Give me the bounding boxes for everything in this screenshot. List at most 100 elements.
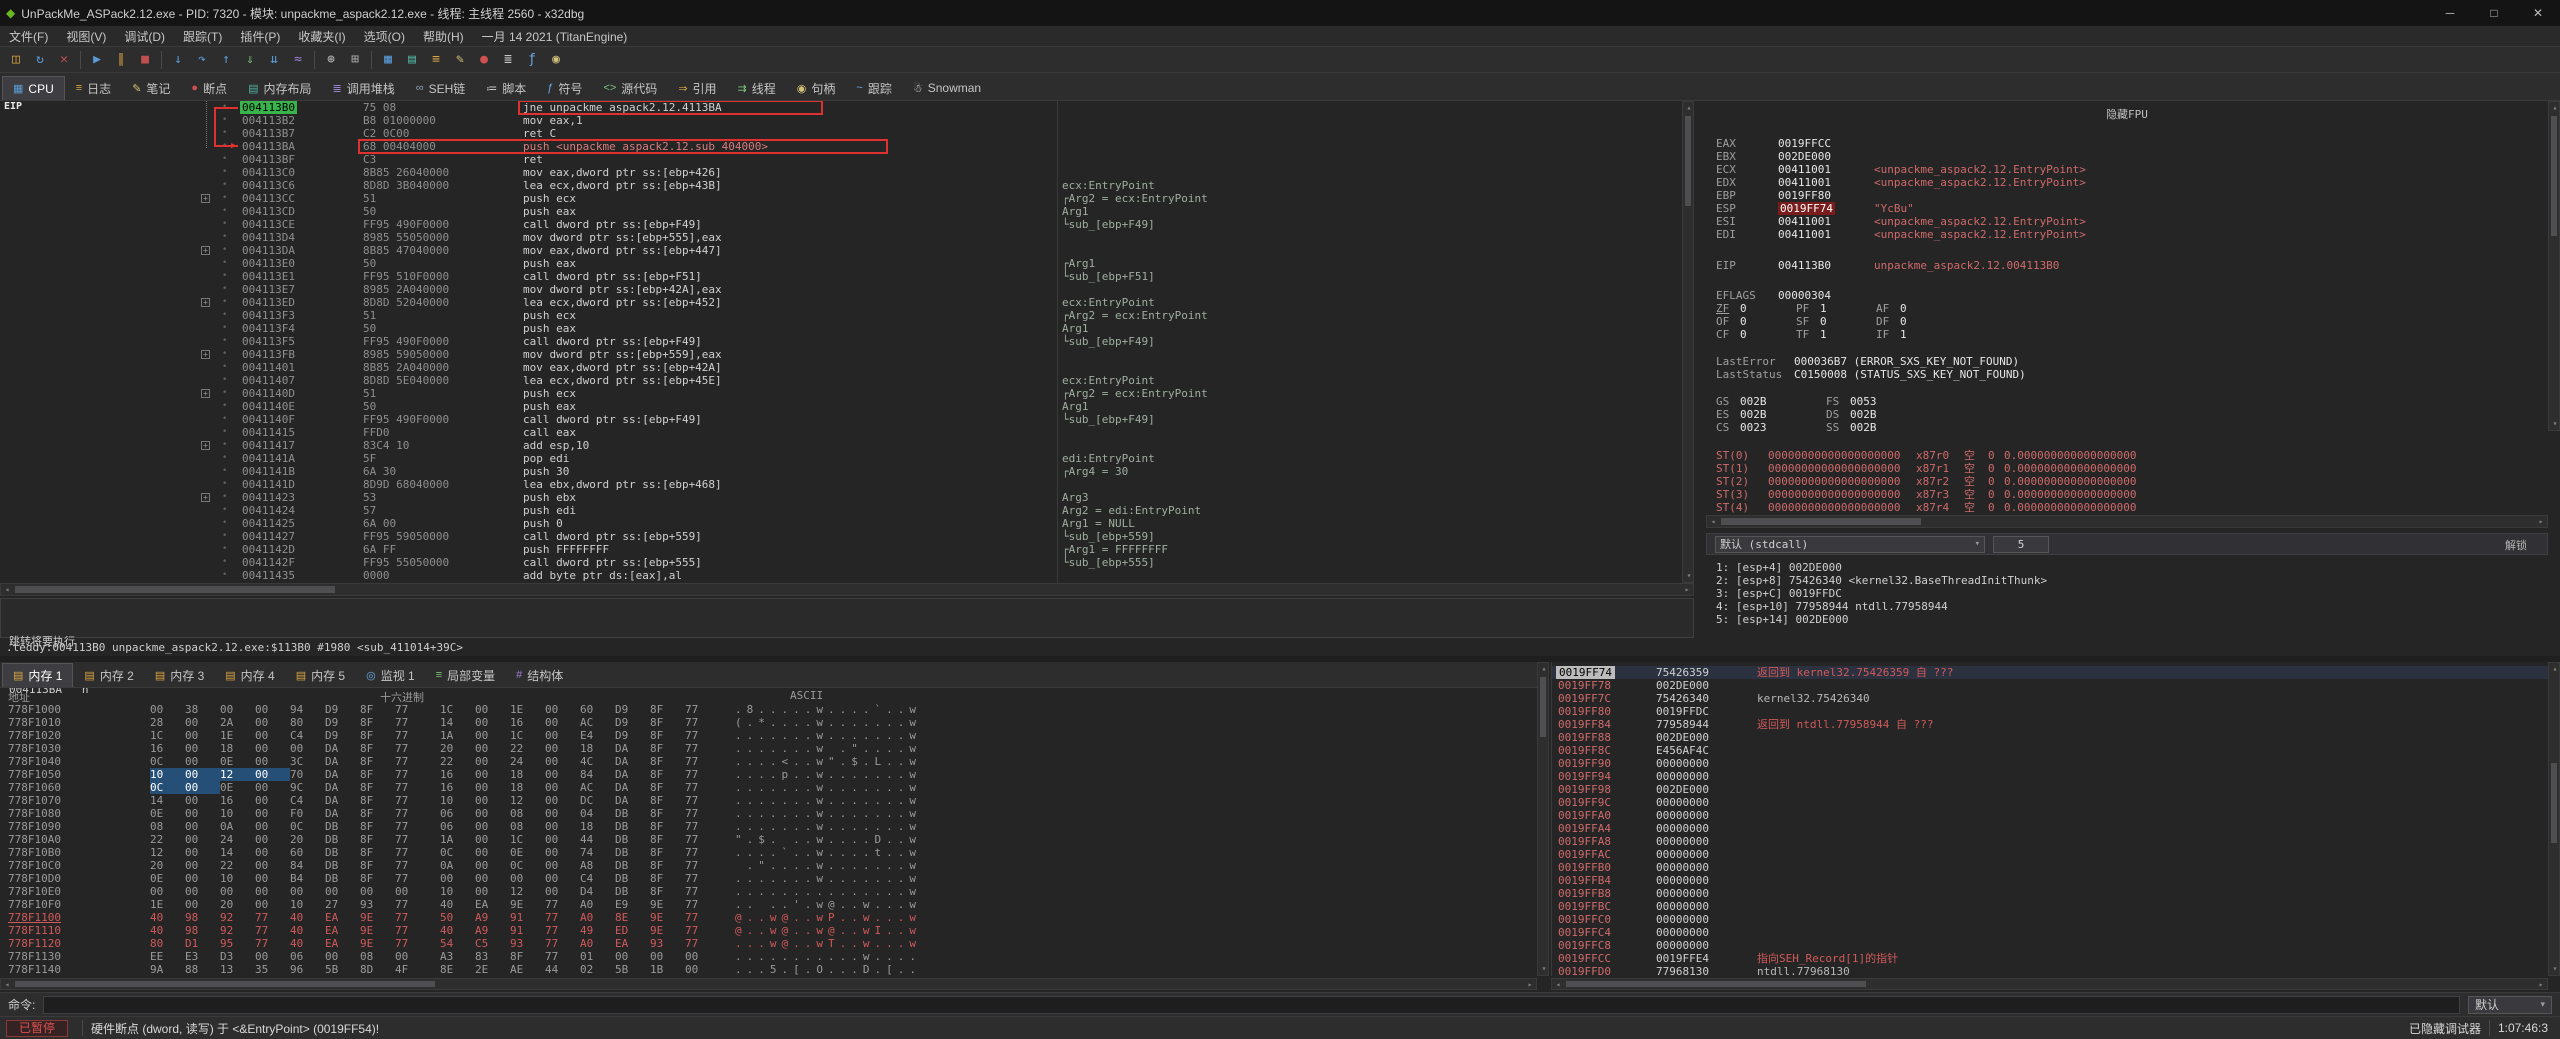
register-row-eip[interactable]: EIP 004113B0 unpackme_aspack2.12.004113B0 xyxy=(1706,259,2548,272)
breakpoint-dot-icon[interactable]: • xyxy=(222,244,227,257)
notes-icon[interactable]: ✎ xyxy=(449,49,471,71)
menu-item[interactable]: 选项(O) xyxy=(355,28,414,45)
register-row[interactable]: EDI 00411001 <unpackme_aspack2.12.EntryPoi… xyxy=(1706,228,2548,241)
segment-row[interactable]: CS 0023 SS 002B xyxy=(1706,421,2548,434)
stack-row[interactable]: 0019FFAC 00000000 xyxy=(1552,848,2548,861)
scroll-arrow-icon[interactable]: ▸ xyxy=(1524,979,1536,991)
disasm-row[interactable]: • 0041140E 50 push eax Arg1 xyxy=(0,400,1694,413)
scroll-arrow-icon[interactable]: ▾ xyxy=(1683,570,1695,582)
dump-row[interactable]: 778F1130 EE E3 D3 00 06 00 08 00 A3 83 8F 77 01 00 00 00… xyxy=(0,950,1549,963)
tab-脚本[interactable]: ≔ 脚本 xyxy=(476,76,537,100)
stop-icon[interactable]: ■ xyxy=(134,49,156,71)
argument-row[interactable]: 5: [esp+14] 002DE000 xyxy=(1716,613,1848,626)
scroll-thumb[interactable] xyxy=(15,981,435,987)
register-row[interactable]: ESP 0019FF74 "YcBu" xyxy=(1706,202,2548,215)
stack-row[interactable]: 0019FF90 00000000 xyxy=(1552,757,2548,770)
scroll-thumb[interactable] xyxy=(1540,677,1546,737)
last-error-row[interactable]: LastError 000036B7 (ERROR_SXS_KEY_NOT_FOU… xyxy=(1706,355,2548,368)
register-row[interactable]: EAX 0019FFCC xyxy=(1706,137,2548,150)
tab-断点[interactable]: ● 断点 xyxy=(181,76,238,100)
dump-row[interactable]: 778F10C0 20 00 22 00 84 DB 8F 77 0A 00 0C 00 A8 DB 8F 77… xyxy=(0,859,1549,872)
dump-tab-内存 1[interactable]: ▤ 内存 1 xyxy=(2,663,74,687)
flags-row[interactable]: OF 0 SF 0 DF 0 xyxy=(1706,315,2548,328)
register-row[interactable]: ESI 00411001 <unpackme_aspack2.12.EntryPoi… xyxy=(1706,215,2548,228)
dump-tab-结构体[interactable]: # 结构体 xyxy=(506,663,574,687)
scroll-arrow-icon[interactable]: ▾ xyxy=(2549,418,2560,430)
scroll-arrow-icon[interactable]: ▸ xyxy=(2535,979,2547,991)
scroll-arrow-icon[interactable]: ◂ xyxy=(1552,979,1564,991)
breakpoint-dot-icon[interactable]: • xyxy=(222,309,227,322)
tab-句柄[interactable]: ◉ 句柄 xyxy=(786,76,846,100)
step-over-icon[interactable]: ↷ xyxy=(191,49,213,71)
disasm-row[interactable]: • 004113C0 8B85 26040000 mov eax,dword ptr … xyxy=(0,166,1694,179)
tab-符号[interactable]: ƒ 符号 xyxy=(537,76,593,100)
animate-into-icon[interactable]: ⇊ xyxy=(263,49,285,71)
fpu-register-row[interactable]: ST(3) 00000000000000000000 x87r3 空 0 0.000000… xyxy=(1706,488,2548,501)
stack-row[interactable]: 0019FF7C 75426340 kernel32.75426340 xyxy=(1552,692,2548,705)
disasm-row[interactable]: • 004113F4 50 push eax Arg1 xyxy=(0,322,1694,335)
step-out-icon[interactable]: ↑ xyxy=(215,49,237,71)
registers-vertical-scrollbar[interactable]: ▴ ▾ xyxy=(2548,101,2560,431)
tab-内存布局[interactable]: ▤ 内存布局 xyxy=(238,76,322,100)
eflags-row[interactable]: EFLAGS 00000304 xyxy=(1706,289,2548,302)
breakpoint-dot-icon[interactable]: • xyxy=(222,166,227,179)
scroll-arrow-icon[interactable]: ▾ xyxy=(2549,963,2560,975)
step-into-icon[interactable]: ↓ xyxy=(167,49,189,71)
expand-box-icon[interactable]: + xyxy=(201,350,210,359)
disasm-row[interactable]: • 00411407 8D8D 5E040000 lea ecx,dword ptr … xyxy=(0,374,1694,387)
dump-tab-内存 4[interactable]: ▤ 内存 4 xyxy=(215,663,285,687)
stack-vertical-scrollbar[interactable]: ▴ ▾ xyxy=(2548,662,2560,976)
run-to-user-code-icon[interactable]: ⇓ xyxy=(239,49,261,71)
maximize-button[interactable]: □ xyxy=(2472,0,2516,26)
dump-row[interactable]: 778F1040 0C 00 0E 00 3C DA 8F 77 22 00 24 00 4C DA 8F 77… xyxy=(0,755,1549,768)
dump-tab-监视 1[interactable]: ◎ 监视 1 xyxy=(356,663,425,687)
segment-row[interactable]: ES 002B DS 002B xyxy=(1706,408,2548,421)
breakpoint-dot-icon[interactable]: • xyxy=(222,478,227,491)
disasm-row[interactable]: • 004113F5 FF95 490F0000 call dword ptr ss:… xyxy=(0,335,1694,348)
breakpoints-icon[interactable]: ● xyxy=(473,49,495,71)
command-input[interactable] xyxy=(43,995,2460,1014)
symbols-icon[interactable]: ƒ xyxy=(521,49,543,71)
disasm-row[interactable]: • 0041142F FF95 55050000 call dword ptr ss:… xyxy=(0,556,1694,569)
cpu-icon[interactable]: ▦ xyxy=(377,49,399,71)
breakpoint-dot-icon[interactable]: • xyxy=(222,569,227,582)
stack-view[interactable]: 0019FF74 75426359 返回到 kernel32.75426359 自 … xyxy=(1551,662,2548,976)
profile-select[interactable]: 默认 ▾ xyxy=(2468,995,2552,1014)
dump-row[interactable]: 778F10B0 12 00 14 00 60 DB 8F 77 0C 00 0E 00 74 DB 8F 77… xyxy=(0,846,1549,859)
dump-tab-内存 2[interactable]: ▤ 内存 2 xyxy=(74,663,144,687)
dump-tab-内存 3[interactable]: ▤ 内存 3 xyxy=(144,663,215,687)
disasm-row[interactable]: • 004113E7 8985 2A040000 mov dword ptr ss:[… xyxy=(0,283,1694,296)
breakpoint-dot-icon[interactable]: • xyxy=(222,374,227,387)
disasm-row[interactable]: • 0041142D 6A FF push FFFFFFFF ┌Arg1 = FFFFF… xyxy=(0,543,1694,556)
stack-row[interactable]: 0019FF74 75426359 返回到 kernel32.75426359 自 … xyxy=(1552,666,2548,679)
disasm-row[interactable]: • 004113B0 75 08 jne unpackme_aspack2.12.41… xyxy=(0,101,1694,115)
disasm-row[interactable]: • 004113CD 50 push eax Arg1 xyxy=(0,205,1694,218)
handles-icon[interactable]: ◉ xyxy=(545,49,567,71)
close-icon[interactable]: ✕ xyxy=(53,49,75,71)
expand-box-icon[interactable]: + xyxy=(201,493,210,502)
dump-row[interactable]: 778F1090 08 00 0A 00 0C DB 8F 77 06 00 08 00 18 DB 8F 77… xyxy=(0,820,1549,833)
dump-row[interactable]: 778F10F0 1E 00 20 00 10 27 93 77 40 EA 9E 77 A0 E9 9E 77… xyxy=(0,898,1549,911)
disasm-row[interactable]: • 0041141B 6A 30 push 30 ┌Arg4 = 30 xyxy=(0,465,1694,478)
stack-row[interactable]: 0019FFA8 00000000 xyxy=(1552,835,2548,848)
disasm-row[interactable]: • 00411435 0000 add byte ptr ds:[eax],al xyxy=(0,569,1694,582)
menu-item[interactable]: 跟踪(T) xyxy=(174,28,231,45)
stack-row[interactable]: 0019FF94 00000000 xyxy=(1552,770,2548,783)
scroll-arrow-icon[interactable]: ▸ xyxy=(2535,516,2547,528)
tab-Snowman[interactable]: ☃ Snowman xyxy=(902,76,992,100)
disasm-row[interactable]: • 004113D4 8985 55050000 mov dword ptr ss:[… xyxy=(0,231,1694,244)
breakpoint-dot-icon[interactable]: • xyxy=(222,465,227,478)
disasm-row[interactable]: + • 0041140D 51 push ecx ┌Arg2 = ecx:EntryPoi… xyxy=(0,387,1694,400)
breakpoint-dot-icon[interactable]: • xyxy=(222,504,227,517)
breakpoint-dot-icon[interactable]: • xyxy=(222,179,227,192)
disasm-row[interactable]: • 00411415 FFD0 call eax xyxy=(0,426,1694,439)
menu-item[interactable]: 帮助(H) xyxy=(414,28,473,45)
breakpoint-dot-icon[interactable]: • xyxy=(222,426,227,439)
disasm-row[interactable]: • 00411424 57 push edi Arg2 = edi:EntryPoint xyxy=(0,504,1694,517)
disasm-row[interactable]: • 004113BF C3 ret xyxy=(0,153,1694,166)
breakpoint-dot-icon[interactable]: • xyxy=(222,491,227,504)
breakpoint-dot-icon[interactable]: • xyxy=(222,231,227,244)
stack-row[interactable]: 0019FFC8 00000000 xyxy=(1552,939,2548,952)
menu-item[interactable]: 视图(V) xyxy=(57,28,115,45)
dump-row[interactable]: 778F1060 0C 00 0E 00 9C DA 8F 77 16 00 18 00 AC DA 8F 77… xyxy=(0,781,1549,794)
